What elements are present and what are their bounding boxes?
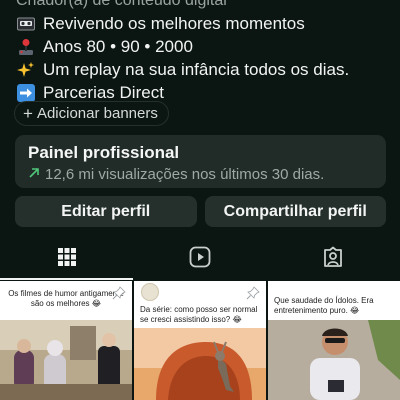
- tab-grid[interactable]: [0, 238, 134, 280]
- post-thumbnail[interactable]: Da série: como posso ser normal se cresc…: [134, 281, 266, 400]
- professional-dashboard-title: Painel profissional: [28, 143, 180, 162]
- edit-profile-button[interactable]: Editar perfil: [15, 196, 197, 227]
- vhs-tape-icon: [16, 15, 36, 33]
- avatar: [141, 283, 159, 301]
- pin-icon: [112, 286, 126, 305]
- profile-bio: Criador(a) de conteúdo digital Revivendo…: [16, 0, 388, 104]
- trending-up-icon: [28, 165, 40, 184]
- add-banners-button[interactable]: + Adicionar banners: [14, 101, 169, 126]
- post-caption: Que saudade do Ídolos. Era entreteniment…: [274, 296, 374, 315]
- profile-actions: Editar perfil Compartilhar perfil: [15, 196, 386, 227]
- joystick-icon: [16, 38, 36, 56]
- professional-dashboard[interactable]: Painel profissional 12,6 mi visualizaçõe…: [15, 135, 386, 188]
- plus-icon: +: [23, 104, 33, 123]
- post-image: [134, 328, 266, 400]
- right-arrow-icon: [16, 83, 36, 102]
- grid-icon: [57, 247, 77, 272]
- bio-line: Revivendo os melhores momentos: [16, 12, 388, 35]
- tab-reels[interactable]: [133, 238, 266, 280]
- professional-dashboard-stats: 12,6 mi visualizações nos últimos 30 dia…: [28, 165, 373, 184]
- tagged-icon: [322, 246, 344, 273]
- sparkles-icon: [16, 61, 36, 79]
- post-caption: Os filmes de humor antigamente são os me…: [8, 289, 124, 308]
- post-image: [268, 320, 400, 400]
- post-caption: Da série: como posso ser normal se cresc…: [140, 305, 258, 324]
- tab-tagged[interactable]: [267, 238, 400, 280]
- post-thumbnail[interactable]: Os filmes de humor antigamente são os me…: [0, 281, 132, 400]
- profile-category: Criador(a) de conteúdo digital: [16, 0, 227, 9]
- profile-page: Criador(a) de conteúdo digital Revivendo…: [0, 0, 400, 400]
- post-image: [0, 320, 132, 400]
- posts-grid: Os filmes de humor antigamente são os me…: [0, 281, 400, 400]
- pin-icon: [246, 286, 260, 305]
- reels-icon: [189, 246, 211, 273]
- share-profile-button[interactable]: Compartilhar perfil: [204, 196, 386, 227]
- bio-line: Um replay na sua infância todos os dias.: [16, 58, 388, 81]
- post-thumbnail[interactable]: Que saudade do Ídolos. Era entreteniment…: [268, 281, 400, 400]
- bio-line: Anos 80 • 90 • 2000: [16, 35, 388, 58]
- profile-tabs: [0, 238, 400, 280]
